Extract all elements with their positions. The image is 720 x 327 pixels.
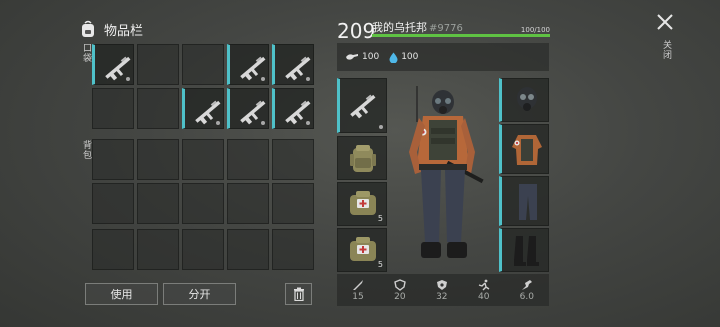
- equip-backpack-slot[interactable]: [337, 136, 387, 180]
- backpack-slot-empty[interactable]: [137, 183, 179, 224]
- survival-stats: 100 100: [337, 43, 549, 71]
- backpack-slot-empty[interactable]: [227, 229, 269, 270]
- armor-icon: [394, 278, 406, 291]
- attr-radiation: 32: [436, 279, 448, 302]
- water-stat: 100: [389, 52, 418, 63]
- backpack-item-icon: [350, 145, 376, 172]
- backpack-slot-empty[interactable]: [182, 229, 224, 270]
- stealth-icon: [521, 279, 532, 290]
- pocket-slot-empty[interactable]: [137, 44, 179, 85]
- rifle-icon: [240, 100, 266, 125]
- use-button[interactable]: 使用: [85, 283, 158, 305]
- backpack-slot-empty[interactable]: [272, 183, 314, 224]
- rifle-icon: [195, 100, 221, 125]
- trash-icon: [293, 287, 304, 301]
- radiation-icon: [436, 279, 447, 290]
- pants-icon: [519, 184, 537, 220]
- rifle-icon: [350, 94, 376, 119]
- backpack-slot-empty[interactable]: [182, 139, 224, 180]
- slot-indicator: [379, 125, 383, 129]
- attr-value: 15: [352, 291, 364, 302]
- backpack-slot-empty[interactable]: [137, 139, 179, 180]
- water-value: 100: [401, 52, 419, 62]
- melee-icon: [352, 279, 363, 290]
- equip-body-slot[interactable]: [499, 124, 549, 174]
- attr-melee: 15: [352, 279, 364, 302]
- speed-icon: [478, 279, 490, 290]
- equip-weapon-slot[interactable]: [337, 78, 387, 133]
- player-name: 我的乌托邦: [372, 21, 427, 34]
- backpack-slot-empty[interactable]: [227, 183, 269, 224]
- character-model: [409, 86, 484, 258]
- boots-icon: [514, 236, 539, 266]
- rifle-icon: [285, 56, 311, 81]
- pocket-slot-rifle[interactable]: [227, 88, 269, 129]
- close-label[interactable]: 关闭: [660, 40, 673, 60]
- backpack-slot-empty[interactable]: [227, 139, 269, 180]
- backpack-slot-empty[interactable]: [92, 183, 134, 224]
- pocket-slot-empty[interactable]: [92, 88, 134, 129]
- medkit-icon: [350, 237, 376, 261]
- item-count: 5: [377, 260, 383, 269]
- player-id: #9776: [429, 23, 463, 34]
- hp-text: 100/100: [520, 26, 550, 34]
- attributes-bar: 15 20 32 40 6.0: [337, 274, 549, 306]
- inventory-header: 物品栏: [80, 18, 143, 40]
- pocket-slot-rifle[interactable]: [182, 88, 224, 129]
- attr-value: 6.0: [519, 291, 534, 302]
- pocket-slot-empty[interactable]: [182, 44, 224, 85]
- slot-indicator: [216, 121, 220, 125]
- attr-value: 32: [436, 291, 448, 302]
- split-button[interactable]: 分开: [163, 283, 236, 305]
- equip-medkit-slot-1[interactable]: 5: [337, 182, 387, 226]
- attr-stealth: 6.0: [520, 279, 534, 302]
- equip-medkit-slot-2[interactable]: 5: [337, 228, 387, 272]
- backpack-slot-empty[interactable]: [92, 229, 134, 270]
- food-icon: [346, 54, 358, 60]
- equip-feet-slot[interactable]: [499, 228, 549, 272]
- rifle-icon: [240, 56, 266, 81]
- slot-indicator: [306, 77, 310, 81]
- food-stat: 100: [345, 52, 379, 62]
- backpack-slot-empty[interactable]: [182, 183, 224, 224]
- equip-legs-slot[interactable]: [499, 176, 549, 226]
- backpack-slot-empty[interactable]: [92, 139, 134, 180]
- pocket-slot-rifle[interactable]: [92, 44, 134, 85]
- rifle-icon: [105, 56, 131, 81]
- pocket-slot-rifle[interactable]: [272, 88, 314, 129]
- food-value: 100: [362, 52, 380, 62]
- player-name-line: 我的乌托邦 #9776: [372, 19, 463, 35]
- slot-indicator: [126, 77, 130, 81]
- attr-value: 20: [394, 291, 406, 302]
- pocket-slot-rifle[interactable]: [227, 44, 269, 85]
- medkit-icon: [350, 191, 376, 215]
- player-level: 209: [337, 19, 376, 43]
- trash-button[interactable]: [285, 283, 312, 305]
- hp-bar: [372, 34, 550, 37]
- water-drop-icon: [389, 52, 398, 63]
- equip-head-slot[interactable]: [499, 78, 549, 122]
- slot-indicator: [261, 121, 265, 125]
- slot-indicator: [306, 121, 310, 125]
- jacket-icon: [512, 135, 542, 165]
- close-icon[interactable]: [655, 12, 675, 32]
- attr-armor: 20: [394, 278, 406, 302]
- attr-value: 40: [477, 291, 490, 302]
- backpack-slot-empty[interactable]: [137, 229, 179, 270]
- slot-indicator: [261, 77, 265, 81]
- pocket-slot-rifle[interactable]: [272, 44, 314, 85]
- hp-bar-fill: [372, 34, 550, 37]
- pocket-slot-empty[interactable]: [137, 88, 179, 129]
- backpack-slot-empty[interactable]: [272, 229, 314, 270]
- gas-mask-icon: [517, 87, 537, 111]
- rifle-icon: [285, 100, 311, 125]
- inventory-title: 物品栏: [104, 23, 144, 39]
- item-count: 5: [377, 214, 383, 223]
- attr-speed: 40: [478, 279, 490, 302]
- backpack-icon: [82, 20, 94, 37]
- backpack-slot-empty[interactable]: [272, 139, 314, 180]
